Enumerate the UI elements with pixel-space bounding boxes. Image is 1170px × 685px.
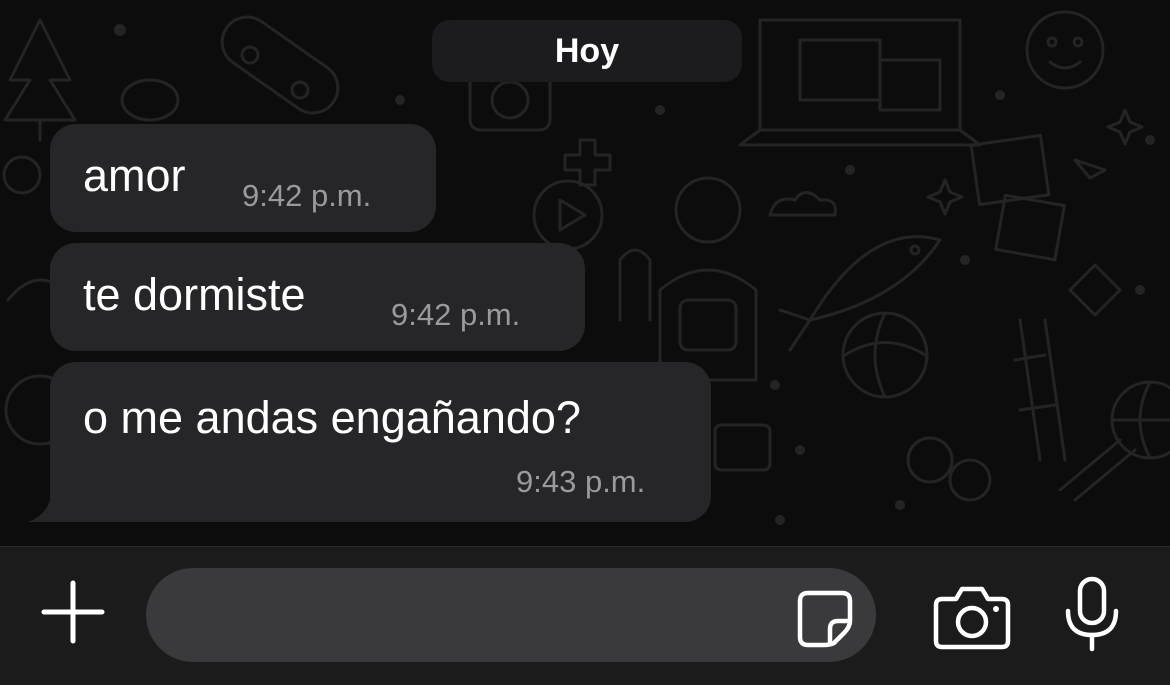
message-bubble[interactable]: te dormiste 9:42 p.m. (50, 243, 585, 351)
camera-icon (933, 586, 1011, 650)
message-composer (0, 546, 1170, 685)
attach-button[interactable] (38, 577, 108, 647)
message-timestamp: 9:43 p.m. (516, 464, 646, 499)
message-bubble[interactable]: o me andas engañando? 9:43 p.m. (50, 362, 711, 522)
message-bubble[interactable]: amor 9:42 p.m. (50, 124, 436, 232)
sticker-icon (797, 590, 853, 648)
message-text: te dormiste (83, 269, 306, 320)
plus-icon (41, 580, 105, 644)
message-timestamp: 9:42 p.m. (391, 297, 521, 332)
microphone-icon (1065, 576, 1119, 652)
camera-button[interactable] (932, 581, 1012, 651)
chat-area[interactable]: Hoy amor 9:42 p.m. te dormiste 9:42 p.m.… (0, 0, 1170, 546)
microphone-button[interactable] (1060, 575, 1124, 655)
message-timestamp: 9:42 p.m. (242, 178, 372, 213)
sticker-button[interactable] (794, 587, 856, 649)
message-text: amor (83, 150, 186, 201)
date-separator: Hoy (432, 20, 742, 82)
message-input[interactable] (146, 568, 876, 662)
message-text: o me andas engañando? (83, 392, 581, 443)
